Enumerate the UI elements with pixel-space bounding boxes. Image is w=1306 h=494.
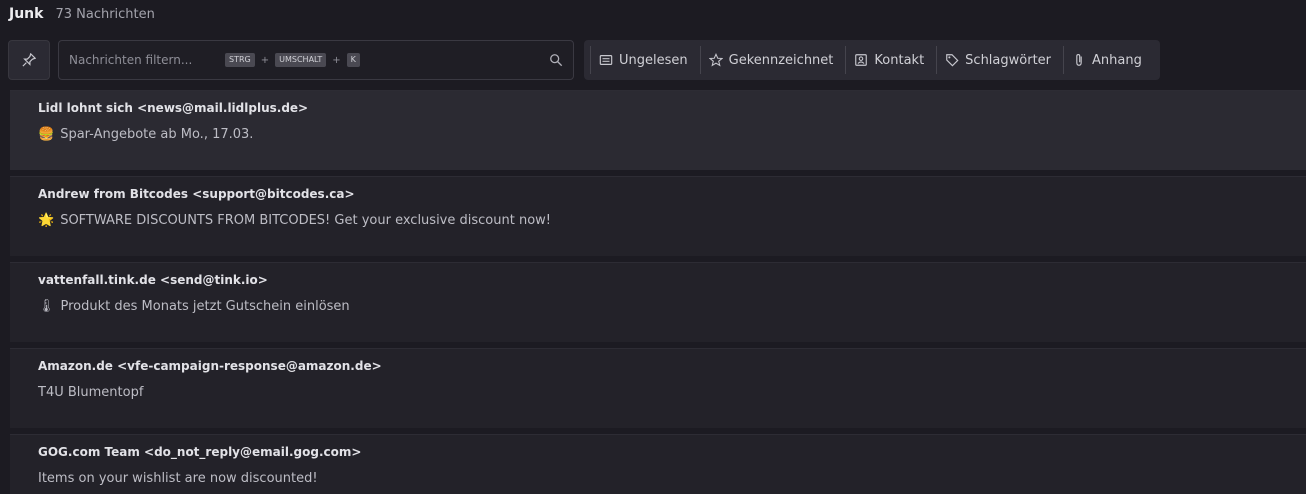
tag-icon <box>946 54 959 67</box>
message-count: 73 Nachrichten <box>55 6 155 22</box>
folder-title: Junk <box>9 6 44 22</box>
subject-text: Spar-Angebote ab Mo., 17.03. <box>60 127 254 142</box>
message-sender: Andrew from Bitcodes <support@bitcodes.c… <box>38 187 355 201</box>
filter-label: Ungelesen <box>619 52 688 68</box>
subject-emoji: 🍔 <box>38 127 55 142</box>
subject-text: SOFTWARE DISCOUNTS FROM BITCODES! Get yo… <box>60 213 551 228</box>
message-sender: vattenfall.tink.de <send@tink.io> <box>38 273 268 287</box>
pin-filter-button[interactable] <box>8 40 50 80</box>
filter-starred-button[interactable]: Gekennzeichnet <box>699 46 842 74</box>
envelope-icon <box>599 55 613 65</box>
filter-button-group: Ungelesen Gekennzeichnet Kontakt Schlagw… <box>584 40 1160 80</box>
shortcut-chip-ctrl: STRG <box>225 53 255 67</box>
subject-text: Produkt des Monats jetzt Gutschein einlö… <box>60 299 350 314</box>
filter-tags-button[interactable]: Schlagwörter <box>936 46 1059 74</box>
message-subject: T4U Blumentopf <box>38 385 143 400</box>
subject-emoji: 🌡 <box>38 299 55 314</box>
filter-label: Kontakt <box>874 52 925 68</box>
quick-filter-search[interactable]: STRG + UMSCHALT + K <box>58 40 574 80</box>
folder-header: Junk 73 Nachrichten <box>0 0 1306 28</box>
filter-label: Schlagwörter <box>965 52 1052 68</box>
message-row[interactable]: vattenfall.tink.de <send@tink.io> 🌡 Produ… <box>10 262 1306 342</box>
star-icon <box>708 53 723 67</box>
shortcut-separator: + <box>332 54 341 66</box>
search-icon[interactable] <box>549 53 563 67</box>
shortcut-separator: + <box>260 54 270 66</box>
message-subject: 🌡 Produkt des Monats jetzt Gutschein einl… <box>38 299 350 314</box>
search-input[interactable] <box>69 53 219 67</box>
subject-text: Items on your wishlist are now discounte… <box>38 471 318 486</box>
message-subject: 🌟 SOFTWARE DISCOUNTS FROM BITCODES! Get y… <box>38 213 551 228</box>
message-row[interactable]: GOG.com Team <do_not_reply@email.gog.com… <box>10 434 1306 494</box>
filter-contact-button[interactable]: Kontakt <box>845 46 932 74</box>
subject-text: T4U Blumentopf <box>38 385 144 400</box>
message-sender: Lidl lohnt sich <news@mail.lidlplus.de> <box>38 101 309 115</box>
filter-toolbar: STRG + UMSCHALT + K Ungelesen Gekennzeic… <box>8 40 1298 80</box>
filter-label: Gekennzeichnet <box>728 52 834 68</box>
filter-unread-button[interactable]: Ungelesen <box>590 46 696 74</box>
paperclip-icon <box>1076 54 1082 66</box>
contact-card-icon <box>855 54 868 66</box>
message-list: Lidl lohnt sich <news@mail.lidlplus.de> … <box>10 90 1306 494</box>
shortcut-chip-shift: UMSCHALT <box>275 53 327 67</box>
pin-icon <box>22 53 36 67</box>
message-row[interactable]: Lidl lohnt sich <news@mail.lidlplus.de> … <box>10 90 1306 170</box>
message-subject: Items on your wishlist are now discounte… <box>38 471 318 486</box>
message-sender: GOG.com Team <do_not_reply@email.gog.com… <box>38 445 362 459</box>
message-subject: 🍔 Spar-Angebote ab Mo., 17.03. <box>38 127 253 142</box>
shortcut-chip-k: K <box>346 53 360 67</box>
subject-emoji: 🌟 <box>38 213 55 228</box>
filter-attachment-button[interactable]: Anhang <box>1063 46 1150 74</box>
message-sender: Amazon.de <vfe-campaign-response@amazon.… <box>38 359 382 373</box>
message-row[interactable]: Amazon.de <vfe-campaign-response@amazon.… <box>10 348 1306 428</box>
message-row[interactable]: Andrew from Bitcodes <support@bitcodes.c… <box>10 176 1306 256</box>
filter-label: Anhang <box>1092 52 1142 68</box>
